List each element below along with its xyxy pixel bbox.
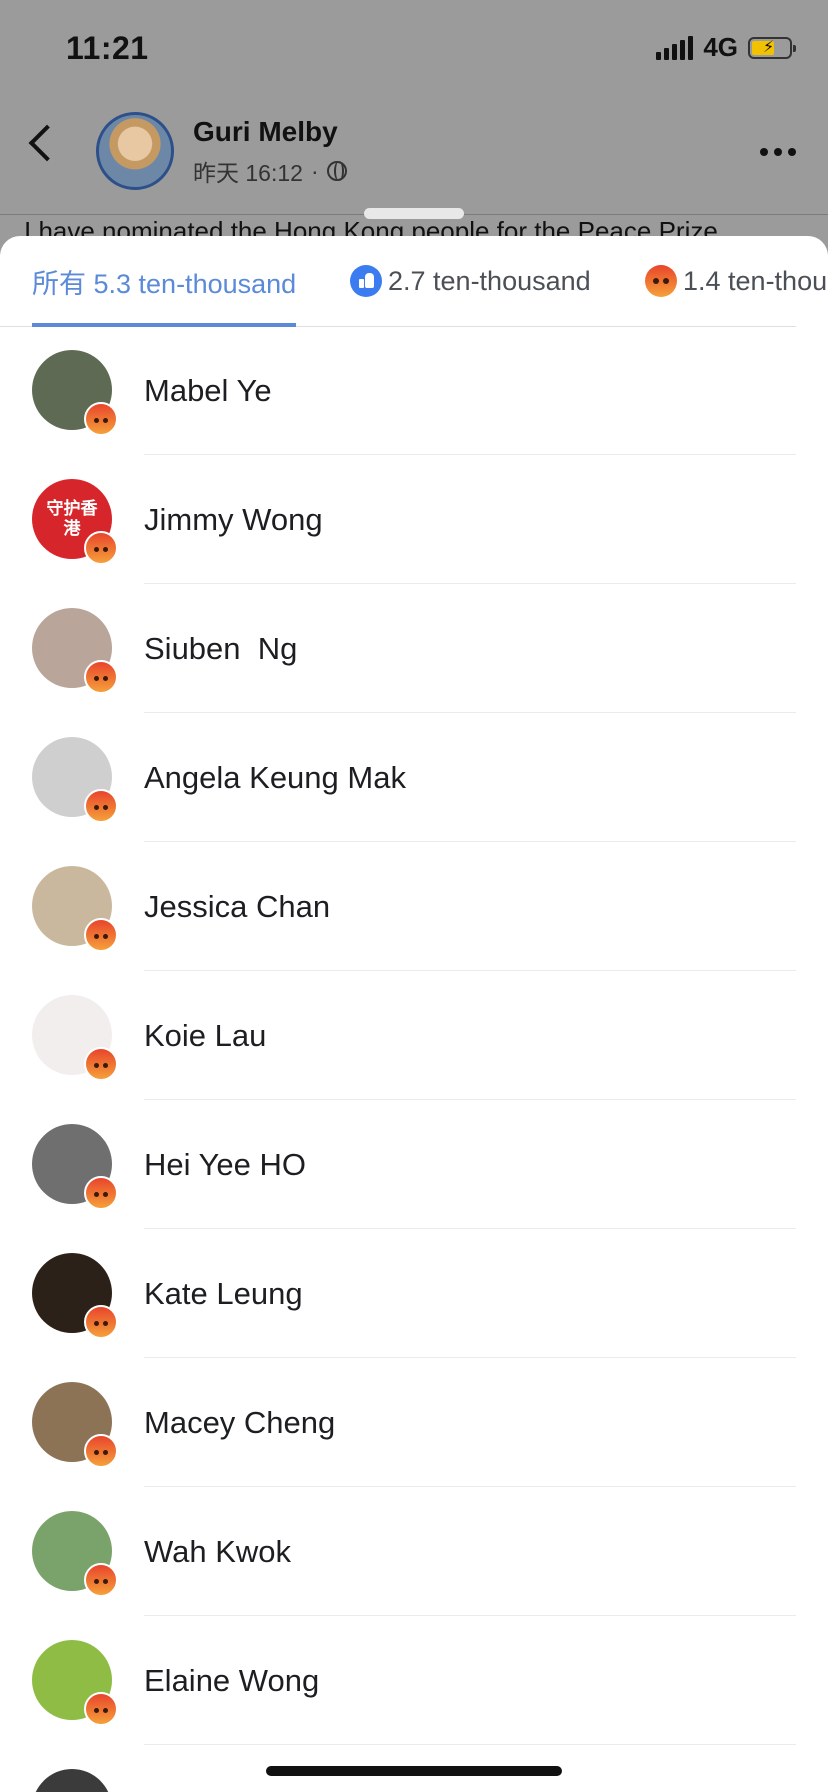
reactor-name[interactable]: Angela Keung Mak <box>144 713 406 842</box>
back-icon[interactable] <box>28 124 66 162</box>
signal-icon <box>656 35 694 60</box>
angry-reaction-icon <box>84 1305 118 1339</box>
angry-reaction-icon <box>84 918 118 952</box>
reactor-name[interactable]: Siuben Ng <box>144 584 297 713</box>
more-options-icon[interactable] <box>760 148 796 156</box>
reactor-row[interactable]: Angela Keung Mak <box>0 713 828 842</box>
reactor-list: Mabel Ye 守护香港 Jimmy Wong Siuben Ng Angela Ke… <box>0 326 828 1792</box>
globe-icon <box>326 161 347 181</box>
angry-icon <box>645 265 677 297</box>
reactions-sheet: 所有 5.3 ten-thousand 2.7 ten-thousand 1.4… <box>0 236 828 1792</box>
reactor-row[interactable]: Jessica Chan <box>0 842 828 971</box>
reactor-row[interactable]: Kate Leung <box>0 1229 828 1358</box>
meta-separator: · <box>310 157 319 184</box>
reactor-row[interactable]: Elaine Wong <box>0 1616 828 1745</box>
tab-like-label: 2.7 ten-thousand <box>388 265 591 296</box>
tab-angry-reactions[interactable]: 1.4 ten-thousand <box>645 236 828 326</box>
reactor-name[interactable]: Koie Lau <box>144 971 266 1100</box>
status-icons: 4G ⚡ <box>656 32 796 63</box>
tab-all-reactions[interactable]: 所有 5.3 ten-thousand <box>32 236 297 327</box>
reactor-name[interactable]: Wah Kwok <box>144 1487 291 1616</box>
reaction-tabs: 所有 5.3 ten-thousand 2.7 ten-thousand 1.4… <box>0 236 828 327</box>
angry-reaction-icon <box>84 1176 118 1210</box>
reactor-name[interactable]: Elaine Wong <box>144 1616 319 1745</box>
tab-angry-label: 1.4 ten-thousand <box>683 265 828 296</box>
reactor-row[interactable]: Wah Kwok <box>0 1487 828 1616</box>
battery-icon: ⚡ <box>748 36 796 59</box>
poster-avatar[interactable] <box>96 112 174 190</box>
reactor-row[interactable]: 守护香港 Jimmy Wong <box>0 455 828 584</box>
angry-reaction-icon <box>84 789 118 823</box>
tab-all-label: 所有 5.3 ten-thousand <box>32 268 297 299</box>
reactor-name[interactable]: Macey Cheng <box>144 1358 335 1487</box>
angry-reaction-icon <box>84 1692 118 1726</box>
sheet-grab-handle[interactable] <box>364 208 464 219</box>
reactor-name[interactable]: Jessica Chan <box>144 842 330 971</box>
reactor-row[interactable]: Koie Lau <box>0 971 828 1100</box>
reactor-avatar[interactable] <box>32 1769 112 1792</box>
reactor-name[interactable]: Jimmy Wong <box>144 455 323 584</box>
post-time: 昨天 16:12 <box>193 160 303 186</box>
poster-name[interactable]: Guri Melby <box>193 116 338 148</box>
tab-like-reactions[interactable]: 2.7 ten-thousand <box>350 236 591 326</box>
angry-reaction-icon <box>84 402 118 436</box>
angry-reaction-icon <box>84 660 118 694</box>
home-indicator <box>266 1766 562 1776</box>
reactor-name[interactable]: Kate Leung <box>144 1229 303 1358</box>
angry-reaction-icon <box>84 1563 118 1597</box>
angry-reaction-icon <box>84 531 118 565</box>
reactor-name[interactable]: Hei Yee HO <box>144 1100 306 1229</box>
post-backdrop: 11:21 4G ⚡ Guri Melby 昨天 16:12 · I have … <box>0 0 828 260</box>
reactor-name[interactable]: Mabel Ye <box>144 326 272 455</box>
reactor-row[interactable]: Macey Cheng <box>0 1358 828 1487</box>
like-icon <box>350 265 382 297</box>
angry-reaction-icon <box>84 1434 118 1468</box>
network-label: 4G <box>703 32 738 62</box>
reactor-row[interactable]: Mabel Ye <box>0 326 828 455</box>
angry-reaction-icon <box>84 1047 118 1081</box>
post-meta: 昨天 16:12 · <box>193 154 347 188</box>
reactor-row[interactable]: Siuben Ng <box>0 584 828 713</box>
reactor-row[interactable]: Hei Yee HO <box>0 1100 828 1229</box>
status-time: 11:21 <box>66 30 149 66</box>
